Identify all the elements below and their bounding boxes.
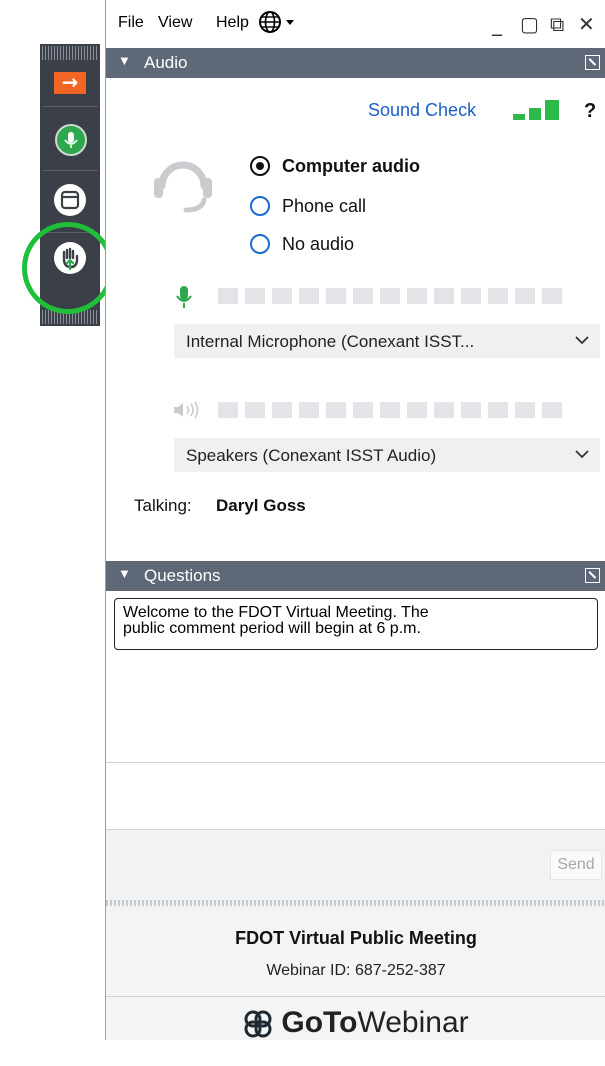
microphone-icon[interactable] [55,124,87,156]
popout-icon[interactable] [585,55,600,70]
webinar-id: Webinar ID: 687-252-387 [266,962,446,979]
panel-icon[interactable] [54,184,86,216]
send-area: Send [106,830,605,900]
radio-computer-audio[interactable] [250,156,270,176]
speakers-select-value: Speakers (Conexant ISST Audio) [186,446,437,465]
minimize-button[interactable]: _ [492,12,502,36]
divider [106,762,605,763]
gotowebinar-logo: GoToWebinar [106,1006,605,1042]
questions-section-header[interactable]: ▼ Questions [106,561,605,591]
radio-label-phone-call[interactable]: Phone call [282,196,366,217]
globe-icon[interactable] [258,10,298,39]
divider [42,106,98,107]
gotowebinar-control-panel: File View Help _ ▢ ⧉ ✕ ▼ Audio Sound Che… [105,0,605,1040]
popout-icon[interactable] [585,568,600,583]
collapse-triangle-icon[interactable]: ▼ [118,566,131,581]
menu-view[interactable]: View [158,14,192,32]
collapse-triangle-icon[interactable]: ▼ [118,53,131,68]
microphone-level-meter [218,288,562,304]
brand-webinar: Webinar [357,1006,469,1039]
radio-phone-call[interactable] [250,196,270,216]
speaker-level-meter [218,402,562,418]
talking-label: Talking: [134,496,192,515]
help-button[interactable]: ? [584,100,596,123]
maximize-button[interactable]: ▢ [520,12,539,36]
grab-tab-icon[interactable] [42,46,98,60]
sound-check-link[interactable]: Sound Check [368,100,476,121]
microphone-select[interactable]: Internal Microphone (Conexant ISST... [174,324,600,358]
speaker-icon [172,400,202,424]
highlight-circle [22,222,114,314]
footer: FDOT Virtual Public Meeting Webinar ID: … [106,906,605,1040]
question-message-line2: public comment period will begin at 6 p.… [123,620,421,637]
talking-name: Daryl Goss [216,496,306,515]
gotowebinar-logo-icon [244,1010,272,1038]
radio-label-computer-audio[interactable]: Computer audio [282,156,420,177]
microphone-icon [174,284,194,314]
close-button[interactable]: ✕ [578,12,595,36]
menu-help[interactable]: Help [216,14,249,32]
question-message-line1: Welcome to the FDOT Virtual Meeting. The [123,604,429,621]
chevron-down-icon [574,330,590,355]
menu-bar: File View Help _ ▢ ⧉ ✕ [106,0,605,48]
radio-label-no-audio[interactable]: No audio [282,234,354,255]
send-button[interactable]: Send [550,850,602,880]
meeting-title: FDOT Virtual Public Meeting [235,928,477,948]
brand-goto: GoTo [281,1006,358,1039]
audio-section-header[interactable]: ▼ Audio [106,48,605,78]
radio-no-audio[interactable] [250,234,270,254]
microphone-select-value: Internal Microphone (Conexant ISST... [186,332,475,351]
speakers-select[interactable]: Speakers (Conexant ISST Audio) [174,438,600,472]
arrow-right-icon[interactable]: → [54,72,86,94]
questions-section-title: Questions [144,566,221,585]
audio-section-title: Audio [144,53,188,72]
menu-file[interactable]: File [118,14,144,32]
signal-bars-icon [513,100,563,120]
headset-icon [150,150,216,216]
popout-button[interactable]: ⧉ [550,12,564,36]
question-message: Welcome to the FDOT Virtual Meeting. The… [114,598,598,650]
divider [106,996,605,997]
divider [42,170,98,171]
chevron-down-icon [574,444,590,469]
question-input[interactable] [106,764,605,828]
